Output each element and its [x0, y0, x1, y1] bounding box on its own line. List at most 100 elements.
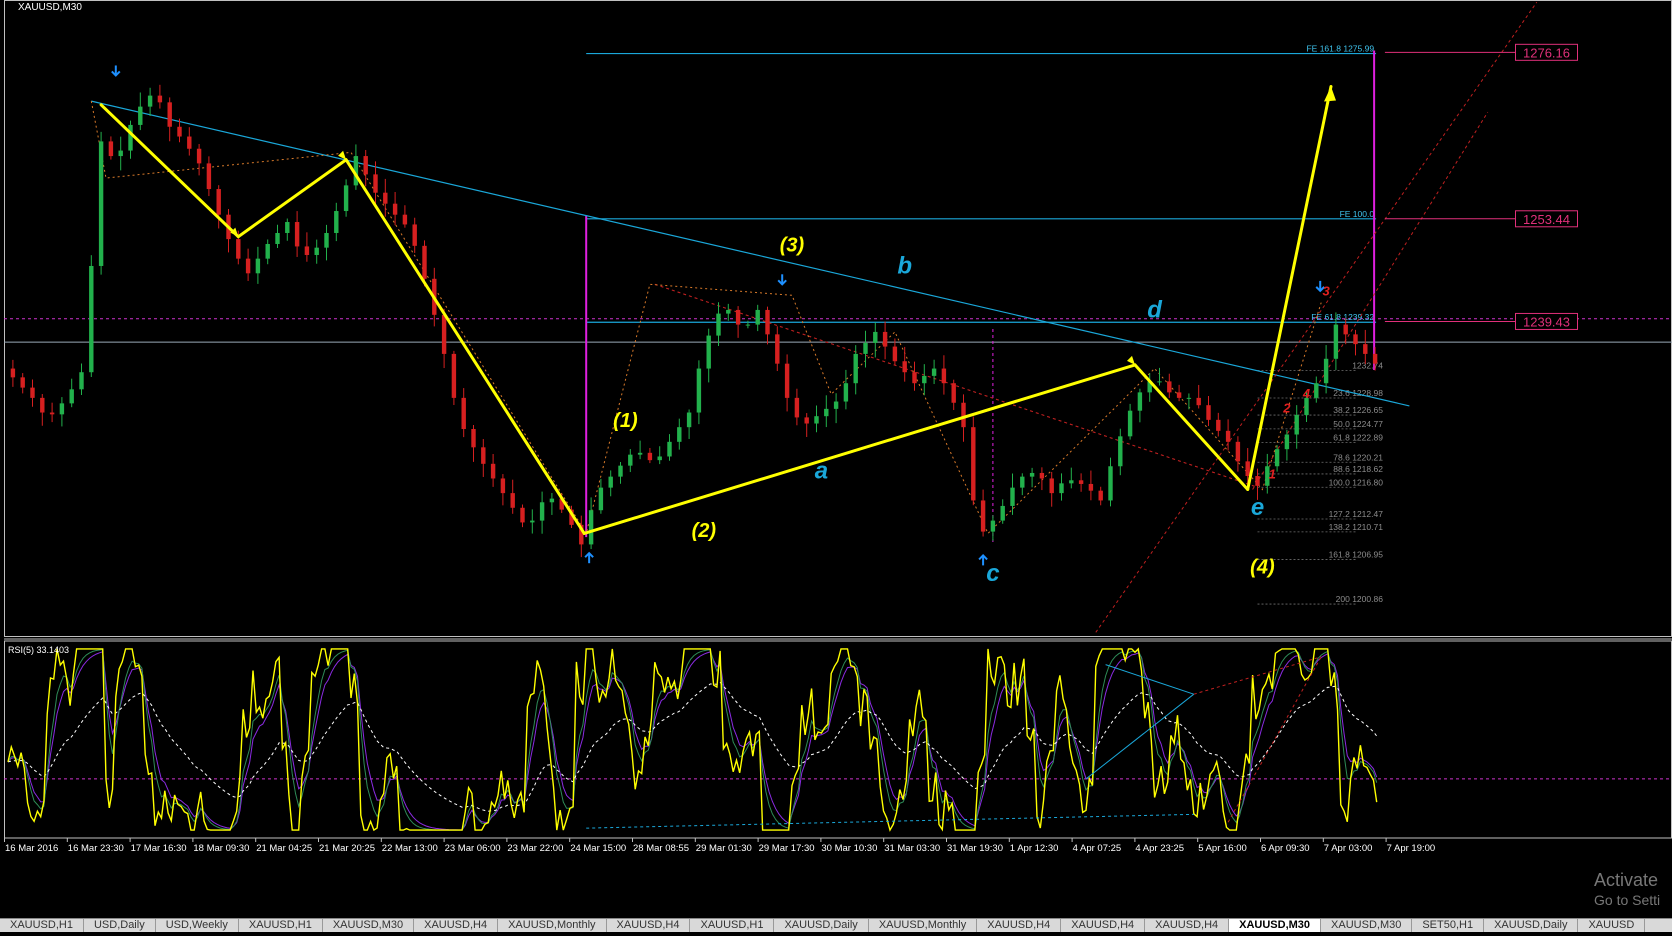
- candle-body: [343, 185, 349, 212]
- fibo-retracement-label: 200 1200.86: [1336, 594, 1384, 604]
- candle-body: [1078, 480, 1084, 484]
- price-tag-label: 1276.16: [1523, 45, 1570, 60]
- candle-body: [961, 402, 966, 428]
- candle-body: [637, 452, 643, 455]
- elliott-wave-segment: [582, 363, 1137, 535]
- candle-body: [951, 383, 956, 403]
- candle-body: [1353, 334, 1358, 345]
- candle-body: [765, 309, 770, 335]
- candle-body: [402, 214, 408, 225]
- candle-body: [902, 361, 907, 373]
- candle-body: [1157, 381, 1162, 383]
- candle-body: [79, 372, 84, 390]
- candle-body: [98, 141, 104, 266]
- candle-body: [383, 192, 388, 204]
- wave-label: a: [815, 457, 828, 484]
- fibo-retracement-label: 138.2 1210.71: [1329, 522, 1384, 532]
- chart-tab-bar: XAUUSD,H1 USD,Daily USD,Weekly XAUUSD,H1…: [0, 918, 1672, 932]
- trading-chart[interactable]: FE 161.8 1275.99 FE 100.0 FE 61.8 1239.32 1…: [0, 0, 1672, 931]
- price-tag-label: 1239.43: [1523, 314, 1570, 329]
- candle-body: [451, 353, 457, 398]
- candle-body: [1333, 324, 1339, 359]
- candle-body: [549, 498, 555, 503]
- tab-usd-daily[interactable]: USD,Daily: [84, 919, 156, 932]
- candle-body: [520, 507, 525, 523]
- tab-xauusd-daily-2[interactable]: XAUUSD,Daily: [1484, 919, 1579, 932]
- candle-body: [10, 368, 16, 378]
- tab-xauusd-h1-2[interactable]: XAUUSD,H1: [239, 919, 323, 932]
- fibo-expansion-label: FE 161.8 1275.99: [1306, 44, 1374, 54]
- tab-xauusd-h4-4[interactable]: XAUUSD,H4: [1061, 919, 1146, 932]
- x-tick-label: 21 Mar 20:25: [319, 843, 375, 854]
- tab-xauusd-h4[interactable]: XAUUSD,H4: [414, 919, 499, 932]
- x-tick-label: 30 Mar 10:30: [821, 843, 877, 854]
- candle-body: [89, 265, 94, 373]
- tab-xauusd-m30-active[interactable]: XAUUSD,M30: [1229, 919, 1322, 932]
- rsi-signal-purple: [7, 651, 1378, 831]
- tab-set50-h1[interactable]: SET50,H1: [1412, 919, 1485, 932]
- tab-xauusd-h4-5[interactable]: XAUUSD,H4: [1145, 919, 1230, 932]
- wave-label: (4): [1250, 557, 1275, 579]
- candle-body: [784, 363, 790, 398]
- candle-body: [441, 314, 447, 354]
- tab-xauusd-m30[interactable]: XAUUSD,M30: [323, 919, 415, 932]
- tab-xauusd-monthly[interactable]: XAUUSD,Monthly: [498, 919, 607, 932]
- candle-body: [1059, 483, 1064, 494]
- wave-label: d: [1147, 296, 1163, 323]
- x-tick-label: 21 Mar 04:25: [256, 843, 312, 854]
- x-tick-label: 7 Apr 19:00: [1387, 843, 1436, 854]
- wave-label: 3: [1322, 283, 1330, 298]
- candle-body: [598, 487, 604, 511]
- rsi-divergence-line: [586, 813, 1194, 829]
- candle-body: [510, 493, 515, 508]
- candle-body: [647, 452, 653, 461]
- candle-body: [275, 233, 280, 244]
- x-tick-label: 23 Mar 06:00: [445, 843, 501, 854]
- candle-body: [147, 95, 153, 107]
- candle-body: [686, 412, 692, 428]
- tab-xauusd-h4-2[interactable]: XAUUSD,H4: [607, 919, 691, 932]
- candle-body: [500, 478, 506, 494]
- tab-usd-weekly[interactable]: USD,Weekly: [156, 919, 239, 932]
- candle-body: [735, 309, 741, 325]
- chart-svg[interactable]: FE 161.8 1275.99 FE 100.0 FE 61.8 1239.32 1…: [0, 0, 1672, 931]
- candle-body: [1274, 449, 1280, 467]
- candle-body: [922, 375, 927, 384]
- candle-body: [1029, 472, 1035, 477]
- tab-xauusd-h4-3[interactable]: XAUUSD,H4: [977, 919, 1062, 932]
- tab-xauusd-extra[interactable]: XAUUSD: [1578, 919, 1646, 932]
- fractal-up-arrow-icon: [584, 551, 594, 564]
- candle-body: [412, 224, 417, 246]
- candle-body: [1108, 466, 1113, 501]
- candle-body: [726, 309, 731, 314]
- candle-body: [628, 454, 633, 466]
- candle-body: [1069, 480, 1074, 484]
- candle-body: [1137, 392, 1143, 411]
- candle-body: [1216, 419, 1221, 431]
- candle-body: [216, 189, 221, 215]
- tab-xauusd-monthly-2[interactable]: XAUUSD,Monthly: [869, 919, 978, 932]
- tab-xauusd-h1-3[interactable]: XAUUSD,H1: [690, 919, 775, 932]
- candle-body: [304, 246, 310, 255]
- candle-body: [1098, 490, 1103, 501]
- tab-xauusd-m30-2[interactable]: XAUUSD,M30: [1321, 919, 1413, 932]
- candle-body: [794, 397, 800, 418]
- candle-body: [167, 102, 172, 127]
- wave-arrowhead: [1127, 355, 1135, 365]
- wave-label: (2): [692, 520, 717, 542]
- fibo-retracement-label: 61.8 1222.89: [1333, 433, 1383, 443]
- tab-xauusd-daily[interactable]: XAUUSD,Daily: [774, 919, 869, 932]
- x-tick-label: 4 Apr 07:25: [1073, 843, 1122, 854]
- elliott-wave-segment: [236, 158, 348, 239]
- candle-body: [1294, 414, 1299, 435]
- candle-body: [392, 203, 398, 215]
- candle-body: [285, 222, 290, 234]
- fractal-down-arrow-icon: [777, 274, 787, 286]
- candle-body: [1176, 392, 1182, 398]
- candle-body: [892, 346, 898, 362]
- candle-body: [294, 222, 300, 247]
- price-tag-label: 1253.44: [1523, 212, 1570, 227]
- tab-xauusd-h1[interactable]: XAUUSD,H1: [0, 919, 84, 932]
- candle-body: [873, 331, 878, 343]
- candle-body: [108, 141, 114, 157]
